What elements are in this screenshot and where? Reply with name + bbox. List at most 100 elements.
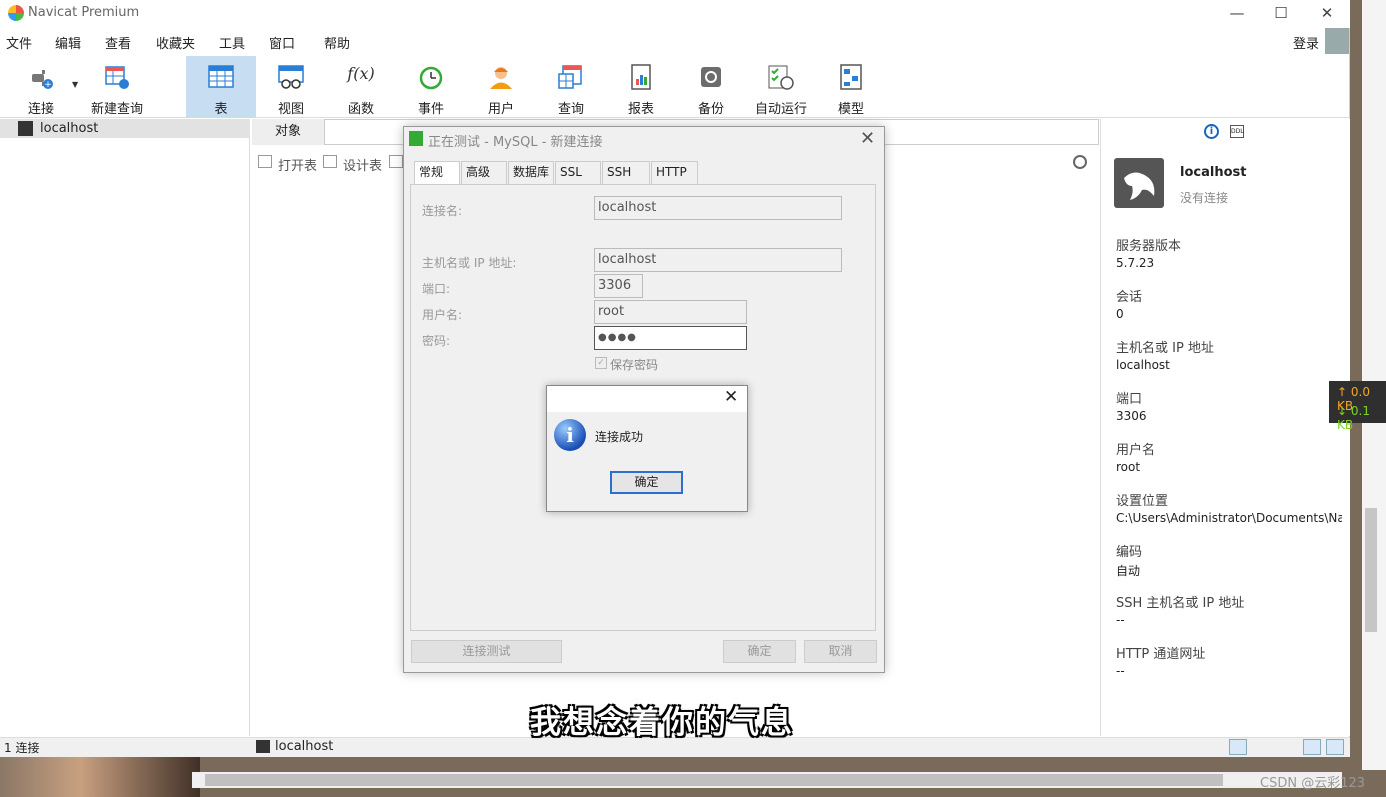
tab-database[interactable]: 数据库 bbox=[508, 161, 554, 184]
title-bar bbox=[0, 0, 1350, 28]
test-connection-button[interactable]: 连接测试 bbox=[411, 640, 562, 663]
toolbar-query-button[interactable]: 查询 bbox=[536, 56, 606, 118]
prop-value-ssh-host: -- bbox=[1116, 613, 1125, 627]
tab-advanced[interactable]: 高级 bbox=[461, 161, 507, 184]
view-grid-button[interactable] bbox=[1229, 739, 1247, 755]
menu-edit[interactable]: 编辑 bbox=[55, 33, 81, 52]
toggle-right-pane-button[interactable] bbox=[1326, 739, 1344, 755]
view-detail-button[interactable] bbox=[1271, 739, 1289, 755]
maximize-button[interactable]: ☐ bbox=[1258, 2, 1304, 24]
tab-ssl[interactable]: SSL bbox=[555, 161, 601, 184]
menu-help[interactable]: 帮助 bbox=[324, 33, 350, 52]
view-icon bbox=[278, 65, 304, 89]
host-field[interactable]: localhost bbox=[594, 248, 842, 272]
tree-item-localhost[interactable] bbox=[0, 119, 250, 138]
menu-tools[interactable]: 工具 bbox=[219, 33, 245, 52]
toolbar-report-label: 报表 bbox=[627, 102, 654, 117]
prop-label-encoding: 编码 bbox=[1116, 545, 1143, 560]
prop-value-user: root bbox=[1116, 460, 1141, 474]
toolbar-schedule-button[interactable]: 自动运行 bbox=[746, 56, 816, 118]
prop-value-host: localhost bbox=[1116, 358, 1170, 372]
page-horizontal-scrollbar-thumb[interactable] bbox=[205, 774, 1223, 786]
menu-favorites[interactable]: 收藏夹 bbox=[156, 33, 195, 52]
avatar[interactable] bbox=[1325, 28, 1349, 54]
toolbar-function-button[interactable]: f(x) 函数 bbox=[326, 56, 396, 118]
password-field[interactable]: ●●●● bbox=[594, 326, 747, 350]
dialog-cancel-button[interactable]: 取消 bbox=[804, 640, 877, 663]
model-icon bbox=[840, 64, 862, 90]
dialog-ok-button[interactable]: 确定 bbox=[723, 640, 796, 663]
tab-objects[interactable]: 对象 bbox=[252, 119, 324, 145]
dialog-close-icon[interactable]: ✕ bbox=[860, 128, 875, 149]
message-ok-button[interactable]: 确定 bbox=[610, 471, 683, 494]
clock-icon bbox=[419, 66, 443, 90]
open-table-button[interactable]: 打开表 bbox=[278, 155, 317, 174]
view-list-button[interactable] bbox=[1250, 739, 1268, 755]
design-table-icon bbox=[323, 155, 337, 168]
query-icon bbox=[558, 65, 582, 89]
user-label: 用户名: bbox=[422, 308, 463, 322]
prop-label-user: 用户名 bbox=[1116, 443, 1156, 458]
user-icon bbox=[490, 67, 512, 89]
save-password-checkbox[interactable]: ✓ bbox=[595, 357, 607, 369]
video-subtitle: 我想念着你的气息 bbox=[530, 705, 794, 741]
menu-bar bbox=[0, 30, 1350, 52]
status-connection-count: 1 连接 bbox=[4, 741, 40, 755]
server-name: localhost bbox=[1180, 165, 1247, 180]
toolbar-event-button[interactable]: 事件 bbox=[396, 56, 466, 118]
toolbar-table-label: 表 bbox=[214, 102, 228, 117]
toolbar-schedule-label: 自动运行 bbox=[754, 102, 807, 117]
status-current-connection: localhost bbox=[275, 739, 334, 754]
conn-name-label: 连接名: bbox=[422, 204, 463, 218]
function-icon: f(x) bbox=[347, 64, 375, 83]
tab-general[interactable]: 常规 bbox=[414, 161, 460, 185]
navigation-pane bbox=[0, 119, 250, 736]
tab-http[interactable]: HTTP bbox=[651, 161, 698, 184]
prop-label-location: 设置位置 bbox=[1116, 494, 1169, 509]
toggle-left-pane-button[interactable] bbox=[1303, 739, 1321, 755]
close-button[interactable]: ✕ bbox=[1304, 2, 1350, 24]
download-speed: ↓ 0.1 KB bbox=[1337, 404, 1370, 432]
minimize-button[interactable]: — bbox=[1214, 2, 1260, 24]
prop-label-host: 主机名或 IP 地址 bbox=[1116, 341, 1214, 356]
conn-name-field[interactable]: localhost bbox=[594, 196, 842, 220]
new-table-icon[interactable] bbox=[389, 155, 403, 168]
toolbar-user-label: 用户 bbox=[487, 102, 514, 117]
info-icon[interactable]: i bbox=[1204, 124, 1219, 139]
toolbar-query-label: 查询 bbox=[557, 102, 584, 117]
toolbar-model-button[interactable]: 模型 bbox=[816, 56, 886, 118]
search-icon[interactable] bbox=[1073, 155, 1087, 169]
toolbar-event-label: 事件 bbox=[417, 102, 444, 117]
menu-window[interactable]: 窗口 bbox=[269, 33, 295, 52]
menu-file[interactable]: 文件 bbox=[6, 33, 32, 52]
backup-icon bbox=[701, 67, 721, 87]
user-field[interactable]: root bbox=[594, 300, 747, 324]
prop-value-encoding: 自动 bbox=[1116, 564, 1141, 578]
menu-view[interactable]: 查看 bbox=[105, 33, 131, 52]
tree-item-label: localhost bbox=[40, 121, 99, 136]
toolbar-new-query-button[interactable]: 新建查询 bbox=[82, 56, 152, 118]
prop-label-sessions: 会话 bbox=[1116, 290, 1143, 305]
login-link[interactable]: 登录 bbox=[1293, 33, 1319, 52]
toolbar-table-button[interactable]: 表 bbox=[186, 56, 256, 118]
mysql-dolphin-icon bbox=[1114, 158, 1164, 208]
toolbar-backup-button[interactable]: 备份 bbox=[676, 56, 746, 118]
prop-value-http-tunnel: -- bbox=[1116, 664, 1125, 678]
message-close-icon[interactable]: ✕ bbox=[724, 387, 738, 407]
toolbar-user-button[interactable]: 用户 bbox=[466, 56, 536, 118]
prop-label-ssh-host: SSH 主机名或 IP 地址 bbox=[1116, 596, 1245, 611]
prop-value-port: 3306 bbox=[1116, 409, 1147, 423]
toolbar-connect-button[interactable]: + 连接 bbox=[6, 56, 76, 118]
port-field[interactable]: 3306 bbox=[594, 274, 643, 298]
page-scrollbar-thumb[interactable] bbox=[1365, 508, 1377, 632]
prop-value-sessions: 0 bbox=[1116, 307, 1124, 321]
toolbar-view-button[interactable]: 视图 bbox=[256, 56, 326, 118]
ddl-icon[interactable]: DDL bbox=[1230, 125, 1244, 138]
toolbar-report-button[interactable]: 报表 bbox=[606, 56, 676, 118]
design-table-button[interactable]: 设计表 bbox=[343, 155, 382, 174]
message-text: 连接成功 bbox=[595, 430, 644, 444]
connect-dropdown-icon[interactable]: ▼ bbox=[72, 80, 78, 89]
tab-ssh[interactable]: SSH bbox=[602, 161, 650, 184]
table-icon bbox=[208, 65, 234, 88]
schedule-icon bbox=[768, 65, 794, 90]
